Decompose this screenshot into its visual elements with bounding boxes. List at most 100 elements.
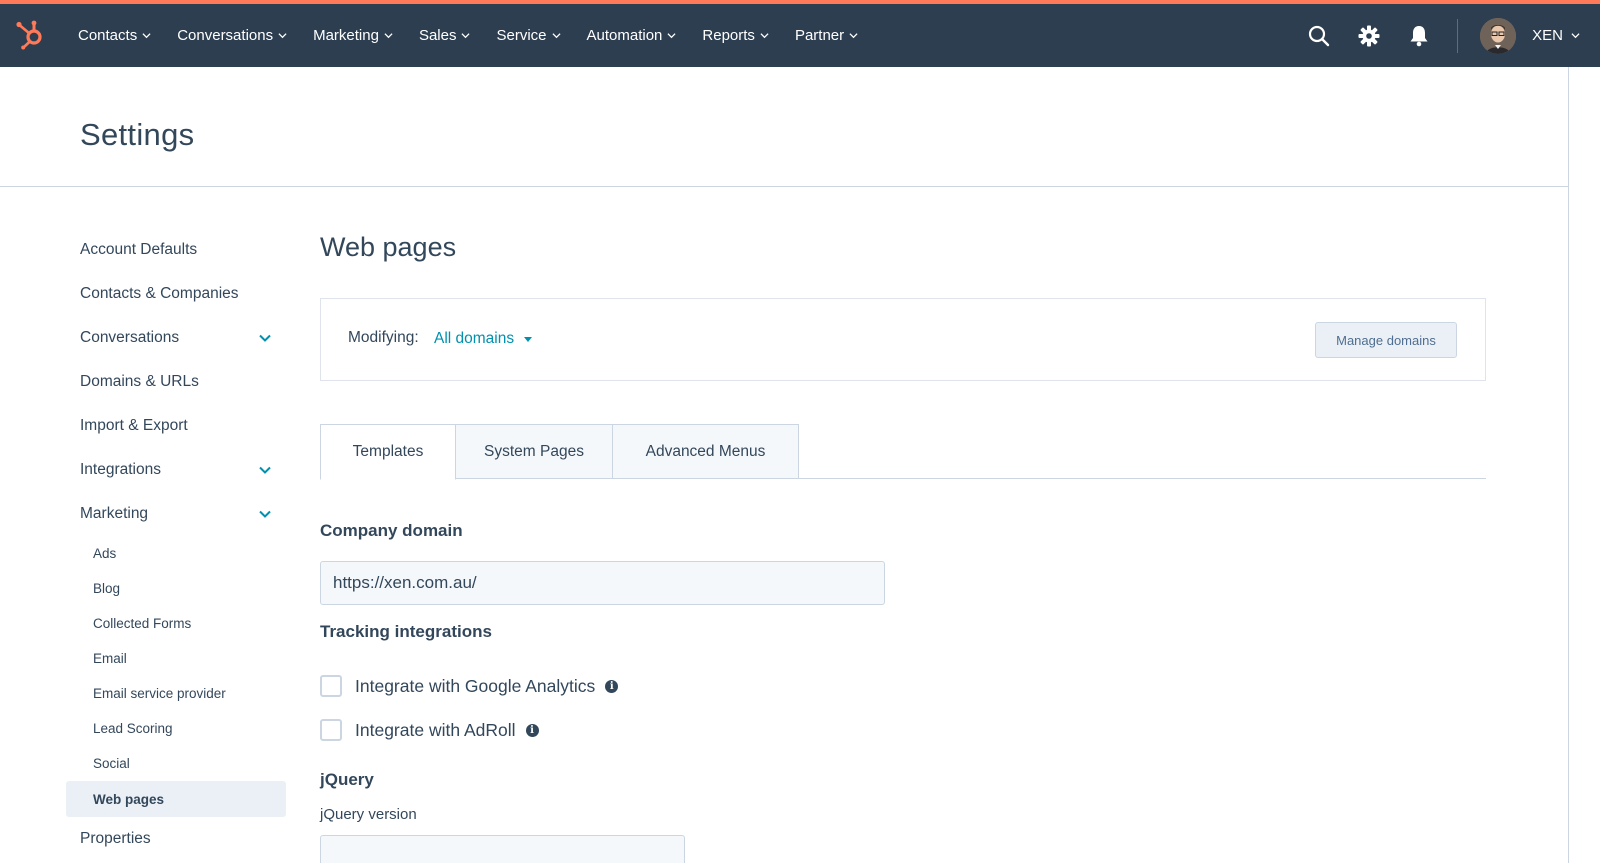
sidebar-item-label: Import & Export bbox=[80, 417, 188, 434]
sidebar-subitem-web-pages[interactable]: Web pages bbox=[66, 781, 286, 817]
notifications-bell-icon[interactable] bbox=[1407, 24, 1431, 48]
sidebar-item-properties[interactable]: Properties bbox=[66, 817, 286, 861]
sidebar-subitem-email[interactable]: Email bbox=[66, 641, 286, 676]
chevron-down-icon bbox=[142, 33, 151, 39]
nav-menu-reports[interactable]: Reports bbox=[702, 27, 769, 44]
jquery-version-select[interactable] bbox=[320, 835, 685, 863]
nav-menu-label: Service bbox=[496, 27, 547, 44]
adroll-label: Integrate with AdRoll bbox=[355, 719, 516, 740]
sidebar-item-label: Marketing bbox=[80, 505, 149, 522]
jquery-version-label: jQuery version bbox=[320, 806, 417, 823]
page-title: Settings bbox=[80, 117, 195, 152]
settings-tabs: Templates System Pages Advanced Menus bbox=[320, 424, 1486, 480]
chevron-down-icon bbox=[760, 33, 769, 39]
info-icon[interactable]: i bbox=[605, 679, 619, 693]
sidebar-item-marketing[interactable]: Marketing bbox=[66, 492, 286, 536]
chevron-down-icon bbox=[461, 33, 471, 39]
tab-system-pages[interactable]: System Pages bbox=[455, 424, 613, 479]
domain-selector-value: All domains bbox=[434, 330, 515, 347]
chevron-down-icon bbox=[278, 33, 287, 39]
sidebar-item-label: Domains & URLs bbox=[80, 373, 199, 390]
nav-menu-sales[interactable]: Sales bbox=[419, 27, 471, 44]
chevron-down-icon bbox=[551, 33, 561, 39]
sidebar-subitem-blog[interactable]: Blog bbox=[66, 571, 286, 606]
account-name[interactable]: XEN bbox=[1532, 27, 1563, 44]
nav-menu-label: Partner bbox=[794, 27, 845, 44]
chevron-down-icon bbox=[384, 33, 393, 39]
nav-menu-label: Automation bbox=[586, 27, 663, 44]
adroll-checkbox[interactable] bbox=[320, 719, 342, 741]
chevron-down-icon[interactable] bbox=[258, 463, 272, 477]
sidebar-item-integrations[interactable]: Integrations bbox=[66, 448, 286, 492]
sidebar-item-conversations[interactable]: Conversations bbox=[66, 316, 286, 360]
sidebar-subitem-label: Social bbox=[93, 756, 130, 771]
nav-menu-partner[interactable]: Partner bbox=[795, 27, 858, 44]
nav-menu-label: Reports bbox=[702, 27, 755, 44]
sidebar-subitem-label: Email bbox=[93, 651, 127, 666]
chevron-down-icon[interactable] bbox=[258, 507, 272, 521]
google-analytics-label: Integrate with Google Analytics bbox=[355, 675, 596, 696]
sidebar-subitem-label: Lead Scoring bbox=[93, 721, 173, 736]
main-menu: Contacts Conversations Marketing Sales Servi… bbox=[78, 4, 884, 67]
sidebar-subitem-email-service-provider[interactable]: Email service provider bbox=[66, 676, 286, 711]
gear-icon[interactable] bbox=[1357, 24, 1381, 48]
window-scroll-edge bbox=[1568, 67, 1600, 863]
adroll-checkbox-row[interactable]: Integrate with AdRoll i bbox=[320, 719, 539, 741]
nav-menu-contacts[interactable]: Contacts bbox=[78, 27, 151, 44]
search-icon[interactable] bbox=[1307, 24, 1331, 48]
sidebar-subitem-label: Blog bbox=[93, 581, 121, 596]
chevron-down-icon bbox=[849, 33, 858, 39]
top-right-actions: XEN bbox=[1307, 4, 1600, 67]
sidebar-item-contacts-companies[interactable]: Contacts & Companies bbox=[66, 272, 286, 316]
company-domain-heading: Company domain bbox=[320, 521, 463, 540]
chevron-down-icon bbox=[667, 33, 676, 39]
sidebar-subitem-collected-forms[interactable]: Collected Forms bbox=[66, 606, 286, 641]
tab-advanced-menus[interactable]: Advanced Menus bbox=[612, 424, 799, 479]
domain-modifier-panel: Modifying: All domains Manage domains bbox=[320, 298, 1486, 381]
tab-label: System Pages bbox=[484, 442, 584, 460]
sidebar-item-account-defaults[interactable]: Account Defaults bbox=[66, 228, 286, 272]
nav-menu-label: Conversations bbox=[177, 27, 274, 44]
sidebar-subitem-label: Ads bbox=[93, 546, 117, 561]
avatar[interactable] bbox=[1480, 17, 1517, 54]
chevron-down-icon[interactable] bbox=[258, 331, 272, 345]
nav-menu-label: Marketing bbox=[313, 27, 379, 44]
sidebar-subitem-label: Collected Forms bbox=[93, 616, 192, 631]
sidebar-item-import-export[interactable]: Import & Export bbox=[66, 404, 286, 448]
nav-menu-automation[interactable]: Automation bbox=[587, 27, 677, 44]
sidebar-item-label: Integrations bbox=[80, 461, 161, 478]
manage-domains-button[interactable]: Manage domains bbox=[1315, 322, 1457, 358]
domain-selector-dropdown[interactable]: All domains bbox=[434, 330, 533, 348]
sidebar-subitem-social[interactable]: Social bbox=[66, 746, 286, 781]
nav-menu-conversations[interactable]: Conversations bbox=[177, 27, 287, 44]
section-title: Web pages bbox=[320, 232, 457, 262]
google-analytics-checkbox[interactable] bbox=[320, 675, 342, 697]
tab-label: Templates bbox=[352, 443, 424, 460]
nav-menu-label: Contacts bbox=[78, 27, 138, 44]
sidebar-item-domains-urls[interactable]: Domains & URLs bbox=[66, 360, 286, 404]
sidebar-subitem-ads[interactable]: Ads bbox=[66, 536, 286, 571]
sidebar-subitem-label: Email service provider bbox=[93, 686, 226, 701]
tab-templates[interactable]: Templates bbox=[320, 424, 456, 480]
top-navigation-bar: Contacts Conversations Marketing Sales Servi… bbox=[0, 0, 1600, 67]
chevron-down-icon[interactable] bbox=[1571, 31, 1580, 40]
nav-menu-service[interactable]: Service bbox=[496, 27, 561, 44]
sidebar-item-label: Properties bbox=[80, 830, 151, 847]
tracking-integrations-heading: Tracking integrations bbox=[320, 622, 492, 641]
sidebar-item-label: Account Defaults bbox=[80, 241, 198, 258]
sidebar-item-label: Contacts & Companies bbox=[80, 285, 239, 302]
sidebar-subitem-lead-scoring[interactable]: Lead Scoring bbox=[66, 711, 286, 746]
info-icon[interactable]: i bbox=[525, 723, 539, 737]
sidebar-item-label: Conversations bbox=[80, 329, 180, 346]
company-domain-input[interactable] bbox=[320, 561, 885, 605]
nav-menu-marketing[interactable]: Marketing bbox=[313, 27, 393, 44]
sidebar-subitem-label: Web pages bbox=[93, 791, 165, 807]
hubspot-logo-icon[interactable] bbox=[14, 18, 46, 50]
caret-down-icon bbox=[524, 336, 533, 342]
modifying-label: Modifying: bbox=[348, 329, 419, 346]
tab-label: Advanced Menus bbox=[645, 442, 766, 460]
google-analytics-checkbox-row[interactable]: Integrate with Google Analytics i bbox=[320, 675, 619, 697]
page-header: Settings bbox=[0, 67, 1568, 187]
settings-sidebar: Account Defaults Contacts & Companies Conv… bbox=[66, 228, 286, 861]
jquery-heading: jQuery bbox=[320, 770, 374, 789]
